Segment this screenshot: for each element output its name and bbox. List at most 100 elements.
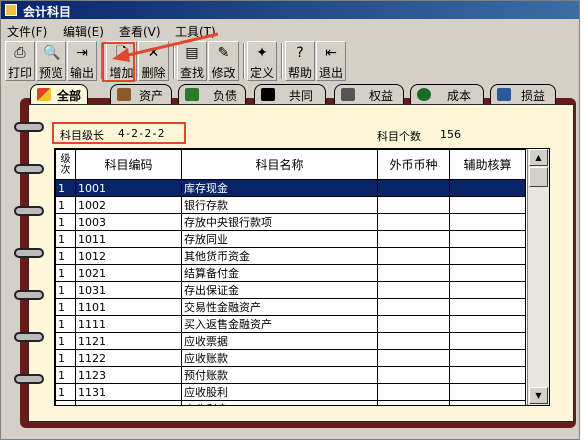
- cell-level: 1: [55, 179, 76, 197]
- exit-button[interactable]: ⇤ 退出: [316, 41, 346, 81]
- cell-auxiliary: [449, 400, 526, 405]
- cell-level: 1: [55, 264, 76, 282]
- vertical-scrollbar[interactable]: ▲ ▼: [527, 149, 549, 405]
- cell-name: 银行存款: [181, 196, 378, 214]
- tab-equity[interactable]: 权益: [334, 84, 404, 104]
- tab-common-label: 共同: [289, 89, 314, 103]
- help-button[interactable]: ? 帮助: [285, 41, 315, 81]
- cell-auxiliary: [449, 213, 526, 231]
- tab-asset-label: 资产: [139, 89, 164, 103]
- cell-level: 1: [55, 332, 76, 350]
- modify-button[interactable]: ✎ 修改: [208, 41, 239, 81]
- cell-auxiliary: [449, 281, 526, 299]
- cell-currency: [377, 230, 450, 248]
- tab-all[interactable]: 全部: [30, 84, 88, 105]
- cell-code: 1111: [75, 315, 182, 333]
- cell-code: 1122: [75, 349, 182, 367]
- title-bar[interactable]: 会计科目: [1, 1, 579, 19]
- tab-liability[interactable]: 负债: [178, 84, 246, 104]
- table-row[interactable]: 1 1002 银行存款: [55, 196, 526, 214]
- cell-name: 其他货币资金: [181, 247, 378, 265]
- preview-button[interactable]: 🔍 预览: [36, 41, 66, 81]
- menu-tools[interactable]: 工具(T): [175, 23, 216, 40]
- menu-bar: 文件(F) 编辑(E) 查看(V) 工具(T): [1, 20, 579, 39]
- table-row[interactable]: 1 1001 库存现金: [55, 179, 526, 197]
- table-row[interactable]: 1 1021 结算备付金: [55, 264, 526, 282]
- table-row[interactable]: 11132应收利息: [55, 400, 526, 405]
- cell-auxiliary: [449, 383, 526, 401]
- delete-button[interactable]: ✕ 删除: [138, 41, 169, 81]
- tab-profit-loss[interactable]: 损益: [490, 84, 556, 104]
- tab-cost[interactable]: 成本: [410, 84, 484, 104]
- export-button[interactable]: ⇥ 输出: [67, 41, 97, 81]
- table-row[interactable]: 1 1131 应收股利: [55, 383, 526, 401]
- cost-icon: [417, 88, 431, 101]
- cell-currency: [377, 264, 450, 282]
- cell-level: 1: [55, 349, 76, 367]
- cell-name: 应收账款: [181, 349, 378, 367]
- table-row[interactable]: 1 1123 预付账款: [55, 366, 526, 384]
- col-header-name[interactable]: 科目名称: [181, 149, 378, 180]
- add-doc-icon: 🗋: [115, 45, 128, 61]
- cell-code: 1003: [75, 213, 182, 231]
- cell-currency: [377, 349, 450, 367]
- col-header-level[interactable]: 级次: [55, 149, 76, 180]
- cell-currency: [377, 383, 450, 401]
- edit-icon: ✎: [217, 45, 230, 61]
- table-row[interactable]: 1 1122 应收账款: [55, 349, 526, 367]
- add-label: 增加: [109, 66, 134, 80]
- cell-level: 1: [55, 213, 76, 231]
- print-button[interactable]: ⎙ 打印: [5, 41, 35, 81]
- cell-currency: [377, 298, 450, 316]
- printer-icon: ⎙: [14, 45, 26, 61]
- menu-view[interactable]: 查看(V): [119, 23, 161, 40]
- define-button[interactable]: ✦ 定义: [247, 41, 277, 81]
- scroll-down-icon[interactable]: ▼: [529, 387, 548, 404]
- table-row[interactable]: 1 1011 存放同业: [55, 230, 526, 248]
- tab-equity-label: 权益: [369, 89, 394, 103]
- cell-code: 1031: [75, 281, 182, 299]
- table-row[interactable]: 1 1111 买入返售金融资产: [55, 315, 526, 333]
- subject-grid: 级次 科目编码 科目名称 外币币种 辅助核算 1 1001 库存现金 1 1002 银行存…: [54, 148, 550, 406]
- binder-ring: [14, 206, 44, 216]
- cell-level: 1: [55, 400, 76, 405]
- table-row[interactable]: 1 1003 存放中央银行款项: [55, 213, 526, 231]
- scroll-thumb[interactable]: [529, 167, 548, 187]
- subject-table: 级次 科目编码 科目名称 外币币种 辅助核算 1 1001 库存现金 1 1002 银行存…: [55, 149, 526, 405]
- binder-ring: [14, 332, 44, 342]
- cell-currency: [377, 332, 450, 350]
- scroll-up-icon[interactable]: ▲: [529, 149, 548, 166]
- help-icon: ?: [296, 45, 304, 61]
- find-button[interactable]: ▤ 查找: [177, 41, 207, 81]
- cell-currency: [377, 400, 450, 405]
- asset-icon: [117, 88, 131, 101]
- print-label: 打印: [7, 66, 32, 80]
- tab-common[interactable]: 共同: [254, 84, 326, 104]
- table-row[interactable]: 1 1101 交易性金融资产: [55, 298, 526, 316]
- export-label: 输出: [69, 66, 94, 80]
- col-header-code[interactable]: 科目编码: [75, 149, 182, 180]
- export-icon: ⇥: [76, 45, 88, 61]
- add-button[interactable]: 🗋 增加: [106, 41, 137, 81]
- toolbar-separator: [281, 43, 283, 79]
- cell-level: 1: [55, 383, 76, 401]
- cell-name: 存出保证金: [181, 281, 378, 299]
- menu-edit[interactable]: 编辑(E): [63, 23, 104, 40]
- window-title: 会计科目: [23, 5, 72, 19]
- cell-name: 存放同业: [181, 230, 378, 248]
- col-header-auxiliary[interactable]: 辅助核算: [449, 149, 526, 180]
- cell-level: 1: [55, 298, 76, 316]
- tab-asset[interactable]: 资产: [110, 84, 172, 104]
- table-row[interactable]: 1 1121 应收票据: [55, 332, 526, 350]
- toolbar: ⎙ 打印 🔍 预览 ⇥ 输出 🗋 增加 ✕ 删除 ▤ 查找 ✎ 修改 ✦ 定义 …: [3, 41, 579, 81]
- cell-level: 1: [55, 315, 76, 333]
- cell-name: 预付账款: [181, 366, 378, 384]
- cell-auxiliary: [449, 264, 526, 282]
- table-row[interactable]: 1 1031 存出保证金: [55, 281, 526, 299]
- wand-icon: ✦: [256, 45, 268, 61]
- cell-currency: [377, 179, 450, 197]
- table-row[interactable]: 1 1012 其他货币资金: [55, 247, 526, 265]
- cell-auxiliary: [449, 315, 526, 333]
- menu-file[interactable]: 文件(F): [7, 23, 47, 40]
- col-header-currency[interactable]: 外币币种: [377, 149, 450, 180]
